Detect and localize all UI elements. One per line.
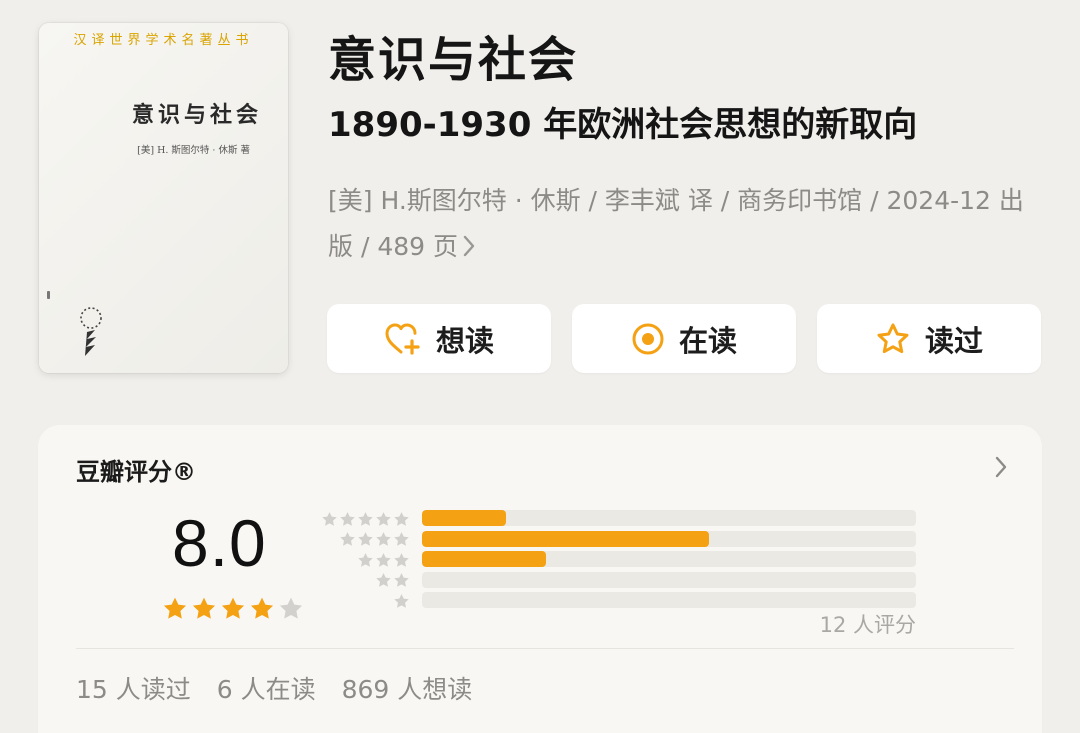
star-grey-icon xyxy=(376,573,391,588)
distribution-label-3-stars xyxy=(320,550,410,571)
star-grey-icon xyxy=(394,593,409,608)
rating-card[interactable]: 豆瓣评分® 8.0 12 人评分 15 人读过 6 人在读 869 人想读 xyxy=(38,425,1042,733)
star-grey-icon xyxy=(376,511,391,526)
score-stars xyxy=(162,596,304,622)
star-grey-icon xyxy=(394,552,409,567)
star-grey-icon xyxy=(376,532,391,547)
book-meta-text: [美] H.斯图尔特 · 休斯 / 李丰斌 译 / 商务印书馆 / 2024-1… xyxy=(328,186,1024,261)
cover-author: [美] H. 斯图尔特 · 休斯 著 xyxy=(137,145,250,156)
distribution-label-5-stars xyxy=(320,509,410,530)
cover-series-name: 汉译世界学术名著丛书 xyxy=(73,33,254,48)
reading-label: 在读 xyxy=(678,323,737,358)
cover-title: 意识与社会 xyxy=(131,102,262,128)
star-grey-icon xyxy=(394,532,409,547)
distribution-bar-5-stars xyxy=(422,510,916,526)
have-read-label: 读过 xyxy=(924,323,983,358)
star-filled-icon xyxy=(250,597,274,619)
star-grey-icon xyxy=(358,532,373,547)
want-to-read-label: 想读 xyxy=(435,323,494,358)
rating-heading: 豆瓣评分® xyxy=(76,458,196,486)
star-filled-icon xyxy=(221,597,245,619)
star-grey-icon xyxy=(340,511,355,526)
want-to-read-button[interactable]: 想读 xyxy=(327,304,551,373)
chevron-right-icon[interactable] xyxy=(994,455,1008,479)
book-meta-link[interactable]: [美] H.斯图尔特 · 休斯 / 李丰斌 译 / 商务印书馆 / 2024-1… xyxy=(328,178,1048,270)
reader-stats: 15 人读过 6 人在读 869 人想读 xyxy=(76,670,472,706)
star-grey-icon xyxy=(394,573,409,588)
star-outline-icon xyxy=(877,323,909,353)
star-empty-icon xyxy=(279,597,303,619)
want-count[interactable]: 869 人想读 xyxy=(342,670,473,706)
star-grey-icon xyxy=(394,511,409,526)
have-read-button[interactable]: 读过 xyxy=(817,304,1041,373)
distribution-bar-2-stars xyxy=(422,571,916,588)
distribution-bar-1-stars xyxy=(422,592,916,608)
rating-distribution-bars xyxy=(422,510,916,613)
distribution-bar-3-stars xyxy=(422,551,916,567)
distribution-label-4-stars xyxy=(320,530,410,551)
distribution-bar-4-stars xyxy=(422,530,916,547)
distribution-bar-fill xyxy=(422,551,546,567)
star-grey-icon xyxy=(376,552,391,567)
distribution-star-labels xyxy=(320,509,410,612)
cover-spine-mark xyxy=(47,291,50,299)
distribution-label-2-stars xyxy=(320,571,410,592)
reading-circle-icon xyxy=(632,323,664,354)
rating-score: 8.0 xyxy=(172,506,267,580)
reading-button[interactable]: 在读 xyxy=(572,304,796,373)
book-cover[interactable]: 汉译世界学术名著丛书 意识与社会 [美] H. 斯图尔特 · 休斯 著 xyxy=(39,23,288,373)
star-filled-icon xyxy=(163,597,187,619)
distribution-bar-fill xyxy=(422,530,709,547)
heart-plus-icon xyxy=(385,323,420,355)
book-subtitle: 1890-1930 年欧洲社会思想的新取向 xyxy=(328,105,918,145)
read-count[interactable]: 15 人读过 xyxy=(76,670,191,706)
distribution-label-1-stars xyxy=(320,591,410,612)
rating-count: 12 人评分 xyxy=(819,613,916,637)
chevron-right-icon xyxy=(463,235,475,257)
divider xyxy=(76,648,1014,649)
reading-status-actions: 想读 在读 读过 xyxy=(327,304,1041,373)
star-grey-icon xyxy=(322,511,337,526)
star-filled-icon xyxy=(192,597,216,619)
reading-count[interactable]: 6 人在读 xyxy=(217,670,316,706)
book-title: 意识与社会 xyxy=(328,32,579,88)
publisher-logo-icon xyxy=(80,307,102,356)
distribution-bar-fill xyxy=(422,510,506,526)
star-grey-icon xyxy=(358,552,373,567)
star-grey-icon xyxy=(358,511,373,526)
star-grey-icon xyxy=(340,532,355,547)
